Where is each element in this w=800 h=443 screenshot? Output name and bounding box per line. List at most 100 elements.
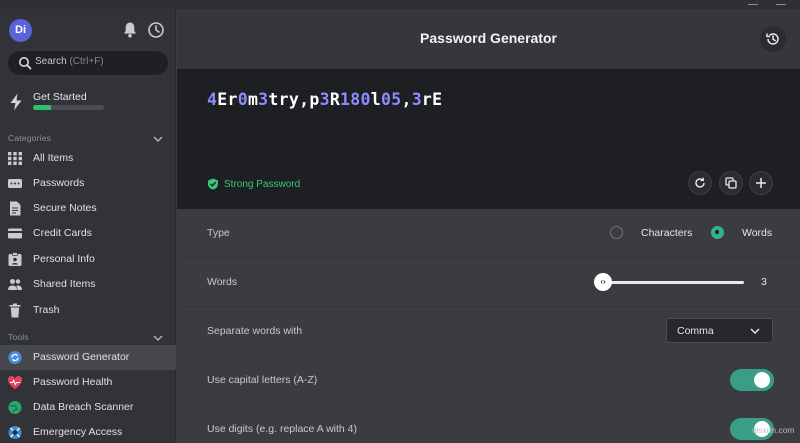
page-header: Password Generator: [177, 9, 800, 69]
sidebar-item-password-health[interactable]: Password Health: [0, 370, 176, 395]
sidebar-item-secure-notes[interactable]: Secure Notes: [0, 196, 176, 221]
digits-row: Use digits (e.g. replace A with 4): [177, 405, 800, 443]
search-placeholder: Search (Ctrl+F): [35, 56, 104, 67]
lifebuoy-icon: [8, 426, 22, 439]
generator-icon: [8, 351, 22, 364]
sidebar-item-personal-info[interactable]: Personal Info: [0, 247, 176, 272]
type-row: Type Characters Words: [177, 209, 800, 258]
sidebar-item-label: All Items: [33, 152, 74, 164]
history-icon: [766, 33, 779, 45]
sidebar-item-label: Shared Items: [33, 278, 96, 290]
separator-row: Separate words with Comma: [177, 307, 800, 356]
separator-value: Comma: [677, 325, 714, 337]
words-label: Words: [207, 276, 238, 288]
sidebar-item-label: Password Health: [33, 376, 113, 388]
characters-radio[interactable]: [610, 226, 623, 239]
chevron-down-icon[interactable]: [153, 135, 163, 143]
avatar[interactable]: Di: [9, 19, 32, 42]
trash-icon: [9, 303, 21, 318]
refresh-icon: [695, 177, 705, 188]
words-row: Words ‹› 3: [177, 258, 800, 307]
password-segment: 3: [319, 90, 330, 109]
sidebar-item-all-items[interactable]: All Items: [0, 146, 176, 171]
search-input[interactable]: Search (Ctrl+F): [8, 51, 168, 75]
page-title: Password Generator: [420, 30, 557, 46]
password-segment: try,p: [268, 90, 320, 109]
minimize-icon[interactable]: [748, 0, 758, 5]
password-segment: 180: [340, 90, 371, 109]
sidebar-item-passwords[interactable]: Passwords: [0, 171, 176, 196]
type-label: Type: [207, 227, 230, 239]
categories-heading: Categories: [8, 133, 52, 143]
password-segment: l: [370, 90, 381, 109]
words-count: 3: [761, 276, 767, 288]
heart-pulse-icon: [7, 375, 23, 389]
sidebar-item-emergency-access[interactable]: Emergency Access: [0, 420, 176, 443]
add-item-button[interactable]: [749, 171, 773, 195]
chevron-down-icon[interactable]: [153, 334, 163, 342]
password-segment: R: [329, 90, 341, 109]
get-started-label: Get Started: [33, 91, 87, 103]
plus-icon: [756, 178, 766, 188]
sidebar-item-label: Secure Notes: [33, 202, 97, 214]
sidebar-item-label: Data Breach Scanner: [33, 401, 134, 413]
generated-password-panel: 4Er0m3try,p3R180l05,3rE Strong Password: [177, 69, 800, 209]
sidebar-item-label: Personal Info: [33, 253, 95, 265]
chevron-down-icon: [750, 328, 760, 335]
capitals-toggle[interactable]: [730, 369, 774, 391]
generated-password[interactable]: 4Er0m3try,p3R180l05,3rE: [207, 90, 442, 109]
credit-card-icon: [8, 228, 22, 239]
note-icon: [10, 201, 21, 216]
search-shortcut: (Ctrl+F): [69, 56, 104, 67]
password-segment: m: [247, 90, 259, 109]
characters-option-label[interactable]: Characters: [641, 227, 692, 239]
words-slider-handle[interactable]: ‹›: [594, 273, 612, 291]
password-card-icon: [8, 179, 22, 188]
get-started-item[interactable]: Get Started: [0, 87, 176, 117]
sidebar-item-password-generator[interactable]: Password Generator: [0, 345, 176, 370]
sidebar-item-label: Trash: [33, 304, 60, 316]
sidebar-item-data-breach-scanner[interactable]: Data Breach Scanner: [0, 395, 176, 420]
grid-icon: [8, 152, 22, 165]
password-segment: 3: [411, 90, 422, 109]
password-segment: 0: [237, 90, 248, 109]
password-segment: Er: [217, 90, 238, 109]
words-radio[interactable]: [711, 226, 724, 239]
separator-dropdown[interactable]: Comma: [666, 318, 773, 343]
password-segment: rE: [421, 90, 443, 109]
sidebar-item-shared-items[interactable]: Shared Items: [0, 272, 176, 297]
password-segment: 4: [207, 90, 218, 109]
copy-button[interactable]: [719, 171, 743, 195]
regenerate-button[interactable]: [688, 171, 712, 195]
copy-icon: [725, 177, 737, 189]
strength-label: Strong Password: [224, 179, 301, 190]
history-button[interactable]: [760, 26, 786, 52]
timer-icon[interactable]: [147, 21, 165, 39]
search-label: Search: [35, 56, 67, 67]
sidebar: Di Search (Ctrl+F) Get Started Categorie…: [0, 9, 176, 443]
lightning-icon: [10, 93, 22, 111]
password-segment: ,: [401, 90, 412, 109]
password-segment: 3: [258, 90, 269, 109]
words-option-label[interactable]: Words: [742, 227, 772, 239]
maximize-icon[interactable]: [776, 0, 786, 5]
capitals-label: Use capital letters (A-Z): [207, 374, 318, 386]
globe-icon: [8, 401, 22, 414]
words-slider-track[interactable]: [602, 281, 744, 284]
capitals-row: Use capital letters (A-Z): [177, 356, 800, 405]
window-title-bar: [0, 0, 800, 9]
get-started-progress-fill: [33, 105, 51, 110]
sidebar-item-label: Credit Cards: [33, 227, 92, 239]
sidebar-item-trash[interactable]: Trash: [0, 298, 176, 323]
people-icon: [8, 279, 22, 290]
check-shield-icon: [208, 178, 218, 190]
digits-label: Use digits (e.g. replace A with 4): [207, 423, 357, 435]
bell-icon[interactable]: [122, 21, 138, 39]
sidebar-item-credit-cards[interactable]: Credit Cards: [0, 221, 176, 246]
sidebar-item-label: Password Generator: [33, 351, 130, 363]
main-panel: Password Generator 4Er0m3try,p3R180l05,3…: [177, 9, 800, 443]
search-icon: [19, 57, 32, 70]
id-card-icon: [8, 252, 22, 266]
tools-heading: Tools: [8, 332, 29, 342]
toggle-knob: [754, 372, 770, 388]
